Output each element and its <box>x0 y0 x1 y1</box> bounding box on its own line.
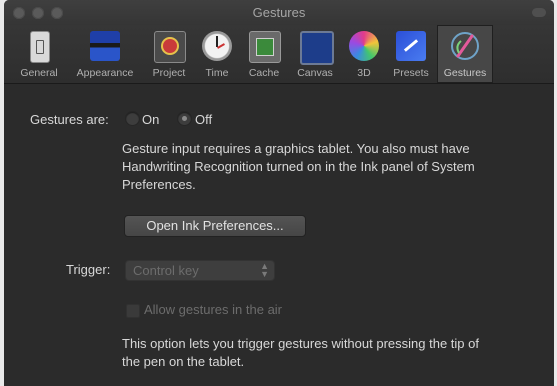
tab-general[interactable]: General <box>15 25 63 83</box>
sphere-icon <box>349 31 379 61</box>
cache-icon <box>249 31 281 63</box>
tab-gestures[interactable]: Gestures <box>437 25 493 83</box>
gestures-on-radio[interactable] <box>126 112 139 125</box>
appearance-icon <box>90 31 120 61</box>
gestures-panel: Gestures are: On Off Gesture input requi… <box>4 84 554 386</box>
stylus-icon <box>450 31 480 61</box>
allow-gestures-air-checkbox[interactable] <box>126 304 140 318</box>
gestures-off-radio[interactable] <box>178 112 191 125</box>
stopwatch-icon <box>202 31 232 61</box>
tab-presets[interactable]: Presets <box>387 25 435 83</box>
gestures-are-label: Gestures are: <box>30 112 109 127</box>
trigger-label: Trigger: <box>66 262 111 277</box>
preferences-toolbar: General Appearance Project Time Cache Ca… <box>4 25 554 84</box>
project-icon <box>154 31 186 63</box>
tab-appearance[interactable]: Appearance <box>70 25 140 83</box>
gestures-off-label: Off <box>195 112 213 127</box>
preferences-window: Gestures General Appearance Project Time… <box>4 0 554 386</box>
tab-canvas[interactable]: Canvas <box>289 25 341 83</box>
tab-time[interactable]: Time <box>197 25 237 83</box>
tab-project[interactable]: Project <box>146 25 192 83</box>
gestures-on-label: On <box>142 112 160 127</box>
toolbar-toggle-button[interactable] <box>532 8 546 17</box>
window-title: Gestures <box>252 5 306 20</box>
open-ink-preferences-button[interactable]: Open Ink Preferences... <box>124 215 306 237</box>
allow-gestures-air-label: Allow gestures in the air <box>144 302 283 317</box>
option-description: This option lets you trigger gestures wi… <box>122 336 479 369</box>
switch-icon <box>30 31 50 63</box>
chevron-updown-icon: ▲ ▼ <box>260 261 269 279</box>
canvas-icon <box>300 31 334 65</box>
trigger-value: Control key <box>133 263 199 278</box>
tab-3d[interactable]: 3D <box>345 25 383 83</box>
title-bar: Gestures <box>4 0 554 25</box>
trigger-popup[interactable]: Control key ▲ ▼ <box>125 260 275 281</box>
presets-icon <box>396 31 426 61</box>
gesture-description: Gesture input requires a graphics tablet… <box>122 141 475 192</box>
tab-cache[interactable]: Cache <box>242 25 286 83</box>
